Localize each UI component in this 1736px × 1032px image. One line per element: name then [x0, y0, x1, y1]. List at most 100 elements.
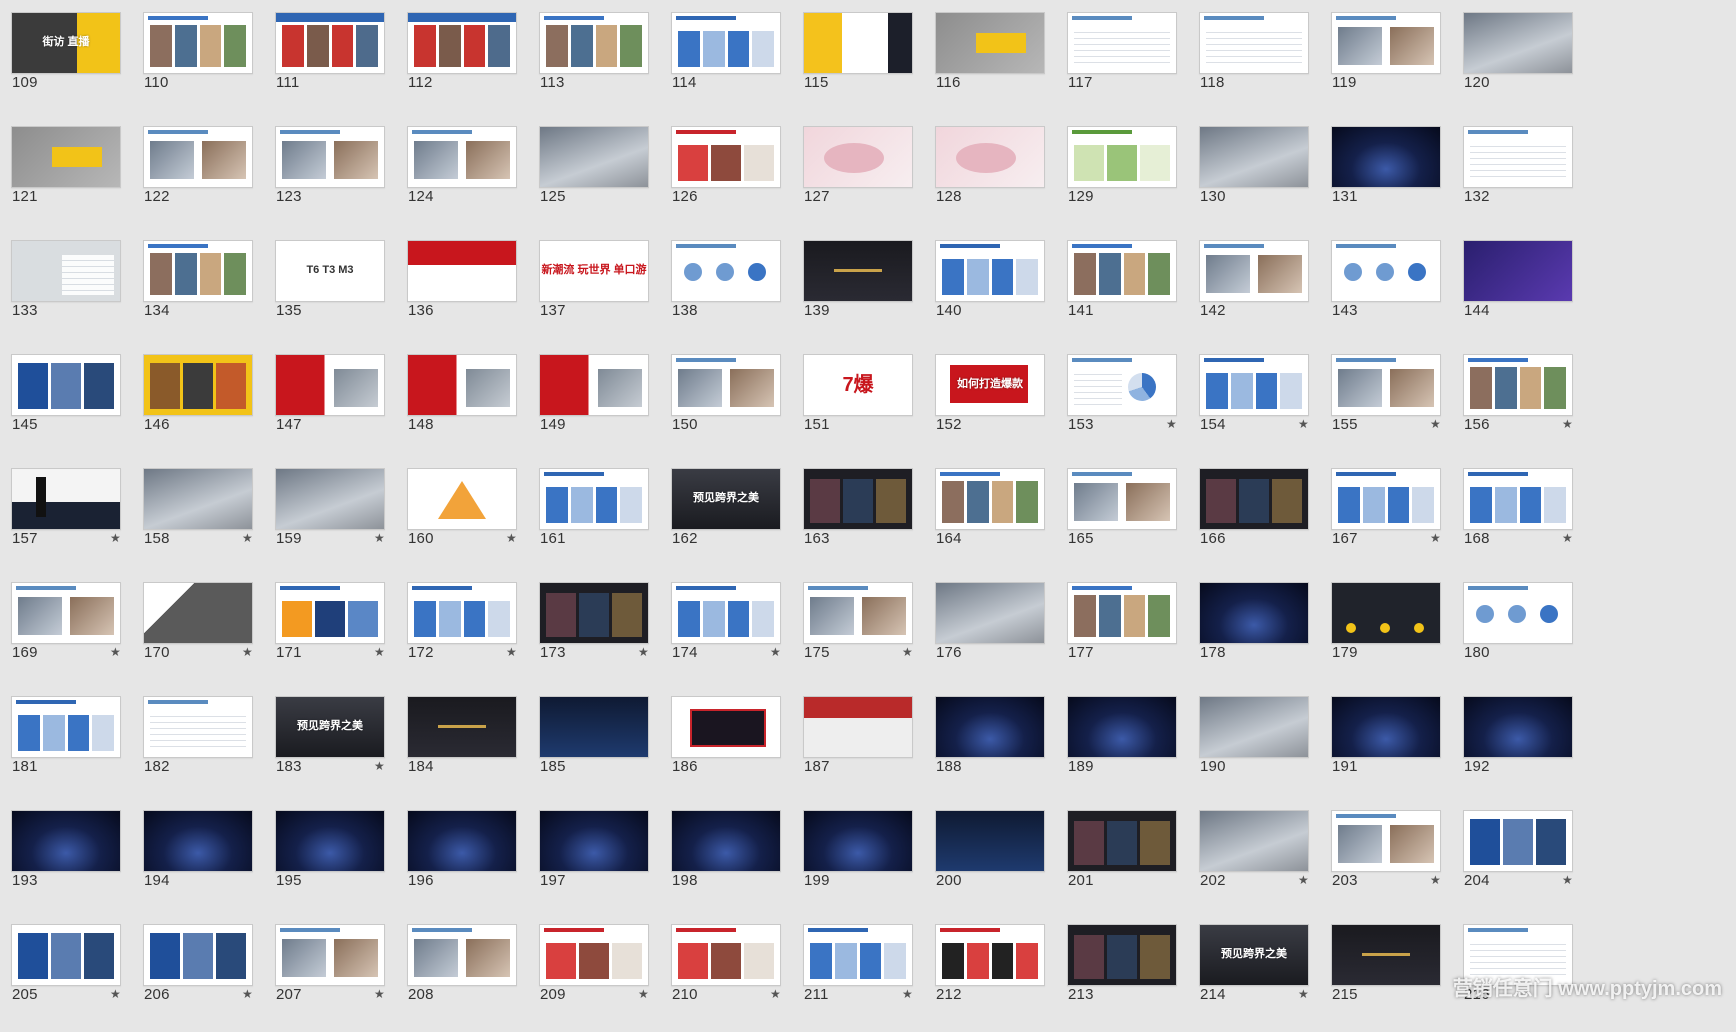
slide-preview-image[interactable] — [1463, 240, 1573, 302]
slide-preview-image[interactable] — [803, 12, 913, 74]
slide-thumbnail[interactable]: 预见跨界之美 162 — [671, 468, 791, 576]
slide-thumbnail[interactable]: 192 — [1463, 696, 1583, 804]
slide-preview-image[interactable] — [935, 12, 1045, 74]
slide-preview-image[interactable] — [1199, 126, 1309, 188]
slide-preview-image[interactable] — [935, 240, 1045, 302]
slide-thumbnail[interactable]: 155 ★ — [1331, 354, 1451, 462]
slide-preview-image[interactable] — [275, 468, 385, 530]
slide-preview-image[interactable] — [1067, 810, 1177, 872]
slide-preview-image[interactable] — [1331, 468, 1441, 530]
slide-preview-image[interactable] — [935, 582, 1045, 644]
slide-thumbnail[interactable]: 179 — [1331, 582, 1451, 690]
slide-preview-image[interactable]: 街访 直播 — [11, 12, 121, 74]
slide-preview-image[interactable] — [11, 810, 121, 872]
slide-preview-image[interactable] — [275, 810, 385, 872]
slide-thumbnail[interactable]: 202 ★ — [1199, 810, 1319, 918]
slide-preview-image[interactable] — [671, 354, 781, 416]
slide-preview-image[interactable] — [143, 354, 253, 416]
slide-preview-image[interactable] — [275, 354, 385, 416]
slide-thumbnail[interactable]: 预见跨界之美 183 ★ — [275, 696, 395, 804]
slide-preview-image[interactable] — [935, 126, 1045, 188]
slide-thumbnail[interactable]: 160 ★ — [407, 468, 527, 576]
slide-thumbnail[interactable]: 215 — [1331, 924, 1451, 1032]
slide-thumbnail[interactable]: 146 — [143, 354, 263, 462]
slide-thumbnail[interactable]: 199 — [803, 810, 923, 918]
slide-thumbnail[interactable]: 147 — [275, 354, 395, 462]
slide-thumbnail[interactable]: 110 — [143, 12, 263, 120]
slide-thumbnail[interactable]: 125 — [539, 126, 659, 234]
slide-preview-image[interactable] — [539, 810, 649, 872]
slide-thumbnail[interactable]: 175 ★ — [803, 582, 923, 690]
slide-preview-image[interactable] — [275, 582, 385, 644]
slide-thumbnail[interactable]: 171 ★ — [275, 582, 395, 690]
slide-preview-image[interactable] — [803, 240, 913, 302]
slide-preview-image[interactable] — [1199, 354, 1309, 416]
slide-preview-image[interactable] — [407, 468, 517, 530]
slide-preview-image[interactable] — [11, 126, 121, 188]
slide-preview-image[interactable] — [11, 696, 121, 758]
slide-thumbnail[interactable]: 184 — [407, 696, 527, 804]
slide-thumbnail[interactable]: 114 — [671, 12, 791, 120]
slide-thumbnail[interactable]: 113 — [539, 12, 659, 120]
slide-preview-image[interactable] — [1331, 126, 1441, 188]
slide-thumbnail[interactable]: 117 — [1067, 12, 1187, 120]
slide-preview-image[interactable] — [275, 924, 385, 986]
slide-preview-image[interactable] — [407, 696, 517, 758]
slide-preview-image[interactable] — [803, 924, 913, 986]
slide-preview-image[interactable] — [1199, 810, 1309, 872]
slide-thumbnail[interactable]: 139 — [803, 240, 923, 348]
slide-thumbnail[interactable]: 111 — [275, 12, 395, 120]
slide-thumbnail[interactable]: 196 — [407, 810, 527, 918]
slide-thumbnail[interactable]: 172 ★ — [407, 582, 527, 690]
slide-preview-image[interactable]: 预见跨界之美 — [671, 468, 781, 530]
slide-thumbnail[interactable]: 154 ★ — [1199, 354, 1319, 462]
slide-thumbnail[interactable]: 119 — [1331, 12, 1451, 120]
slide-thumbnail[interactable]: 126 — [671, 126, 791, 234]
slide-thumbnail[interactable]: 200 — [935, 810, 1055, 918]
slide-thumbnail[interactable]: 123 — [275, 126, 395, 234]
slide-preview-image[interactable] — [1463, 12, 1573, 74]
slide-thumbnail[interactable]: 170 ★ — [143, 582, 263, 690]
slide-thumbnail[interactable]: 118 — [1199, 12, 1319, 120]
slide-thumbnail[interactable]: 140 — [935, 240, 1055, 348]
slide-preview-image[interactable] — [407, 924, 517, 986]
slide-thumbnail[interactable]: 187 — [803, 696, 923, 804]
slide-thumbnail[interactable]: 208 — [407, 924, 527, 1032]
slide-preview-image[interactable] — [539, 354, 649, 416]
slide-preview-image[interactable] — [1067, 582, 1177, 644]
slide-thumbnail[interactable]: 133 — [11, 240, 131, 348]
slide-preview-image[interactable] — [407, 240, 517, 302]
slide-preview-image[interactable]: T6 T3 M3 — [275, 240, 385, 302]
slide-thumbnail[interactable]: 201 — [1067, 810, 1187, 918]
slide-thumbnail[interactable]: 213 — [1067, 924, 1187, 1032]
slide-preview-image[interactable]: 预见跨界之美 — [275, 696, 385, 758]
slide-preview-image[interactable] — [275, 12, 385, 74]
slide-preview-image[interactable] — [1331, 582, 1441, 644]
slide-thumbnail[interactable]: 148 — [407, 354, 527, 462]
slide-preview-image[interactable] — [539, 126, 649, 188]
slide-thumbnail[interactable]: 136 — [407, 240, 527, 348]
slide-preview-image[interactable] — [407, 582, 517, 644]
slide-thumbnail[interactable]: 206 ★ — [143, 924, 263, 1032]
slide-preview-image[interactable] — [1331, 354, 1441, 416]
slide-preview-image[interactable] — [935, 810, 1045, 872]
slide-thumbnail[interactable]: 131 — [1331, 126, 1451, 234]
slide-preview-image[interactable] — [539, 924, 649, 986]
slide-thumbnail[interactable]: 164 — [935, 468, 1055, 576]
slide-preview-image[interactable] — [1463, 126, 1573, 188]
slide-preview-image[interactable]: 预见跨界之美 — [1199, 924, 1309, 986]
slide-thumbnail[interactable]: 132 — [1463, 126, 1583, 234]
slide-preview-image[interactable] — [143, 810, 253, 872]
slide-thumbnail[interactable]: 153 ★ — [1067, 354, 1187, 462]
slide-thumbnail[interactable]: 预见跨界之美 214 ★ — [1199, 924, 1319, 1032]
slide-thumbnail[interactable]: 189 — [1067, 696, 1187, 804]
slide-preview-image[interactable] — [803, 126, 913, 188]
slide-preview-image[interactable] — [1067, 126, 1177, 188]
slide-thumbnail[interactable]: 193 — [11, 810, 131, 918]
slide-preview-image[interactable] — [1331, 12, 1441, 74]
slide-thumbnail[interactable]: 173 ★ — [539, 582, 659, 690]
slide-preview-image[interactable] — [539, 582, 649, 644]
slide-thumbnail[interactable]: 138 — [671, 240, 791, 348]
slide-thumbnail[interactable]: 156 ★ — [1463, 354, 1583, 462]
slide-thumbnail[interactable]: 181 — [11, 696, 131, 804]
